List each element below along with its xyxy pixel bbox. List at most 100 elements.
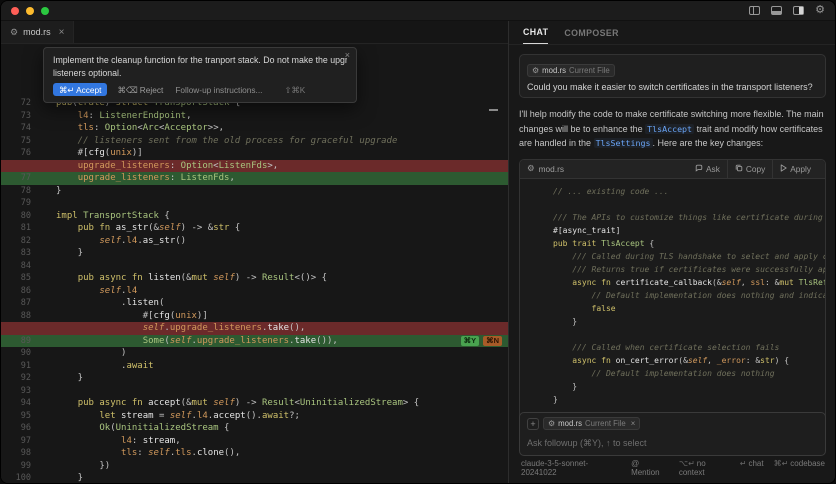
code-line[interactable]: 94 pub async fn accept(&mut self) -> Res… <box>1 397 508 410</box>
inline-code-ref[interactable]: TlsSettings <box>594 138 653 148</box>
toggle-left-panel-icon[interactable] <box>749 6 760 15</box>
traffic-light[interactable] <box>41 7 49 15</box>
chat-input-card: + ⚙ mod.rs Current File × <box>519 412 826 456</box>
code-text <box>31 260 56 273</box>
code-line[interactable]: 86 self.l4 <box>1 285 508 298</box>
tab-chat[interactable]: CHAT <box>523 21 548 44</box>
code-line: // Default implementation does nothing a… <box>528 289 817 302</box>
code-line[interactable]: 98 tls: self.tls.clone(), <box>1 447 508 460</box>
code-line[interactable]: 90 ) <box>1 347 508 360</box>
current-file-chip[interactable]: ⚙ mod.rs Current File × <box>543 417 640 430</box>
traffic-light[interactable] <box>26 7 34 15</box>
followup-instructions-button[interactable]: Follow-up instructions... <box>175 85 262 95</box>
current-file-chip[interactable]: ⚙ mod.rs Current File <box>527 64 615 77</box>
line-number: 84 <box>1 260 31 273</box>
code-line[interactable]: 91 .await <box>1 360 508 373</box>
add-context-button[interactable]: + <box>527 418 539 430</box>
line-number: 83 <box>1 247 31 260</box>
toggle-bottom-panel-icon[interactable] <box>771 6 782 15</box>
mention-button[interactable]: @ Mention <box>631 459 669 477</box>
code-line: /// Called when certificate selection fa… <box>528 341 817 354</box>
diff-added-line[interactable]: 89 Some(self.upgrade_listeners.take()),⌘… <box>1 335 508 348</box>
code-line[interactable]: 81 pub fn as_str(&self) -> &str { <box>1 222 508 235</box>
code-line[interactable]: 100 } <box>1 472 508 484</box>
assistant-code-block: ⚙ mod.rs AskCopyApply // ... existing co… <box>519 159 826 418</box>
code-line[interactable]: 97 l4: stream, <box>1 435 508 448</box>
accept-button[interactable]: ⌘↵ Accept <box>53 83 107 96</box>
code-line[interactable]: 73 l4: ListenerEndpoint, <box>1 110 508 123</box>
code-text: Some(self.upgrade_listeners.take()), <box>31 335 338 348</box>
code-text <box>31 385 56 398</box>
reject-button[interactable]: ⌘⌫ Reject <box>117 85 163 95</box>
code-line[interactable]: 88 #[cfg(unix)] <box>1 310 508 323</box>
inline-code-ref[interactable]: TlsAccept <box>645 124 694 134</box>
code-text: .await <box>31 360 154 373</box>
action-label: Apply <box>790 164 811 174</box>
chat-footer: claude-3-5-sonnet-20241022 @ Mention ⌥↵n… <box>521 459 825 477</box>
line-number: 77 <box>1 172 31 185</box>
diff-added-line[interactable]: 77 upgrade_listeners: ListenFds, <box>1 172 508 185</box>
line-number: 76 <box>1 147 31 160</box>
settings-gear-icon[interactable]: ⚙ <box>815 6 825 15</box>
code-text <box>528 198 553 211</box>
code-line[interactable]: 80impl TransportStack { <box>1 210 508 223</box>
line-number: 85 <box>1 272 31 285</box>
line-number: 87 <box>1 297 31 310</box>
chip-close-icon[interactable]: × <box>631 419 636 428</box>
code-line[interactable]: 75 // listeners sent from the old proces… <box>1 135 508 148</box>
code-text: self.upgrade_listeners.take(), <box>31 322 305 335</box>
code-line[interactable]: 96 Ok(UninitializedStream { <box>1 422 508 435</box>
assistant-text: . Here are the key changes: <box>653 138 764 148</box>
line-number: 99 <box>1 460 31 473</box>
code-text: } <box>528 315 577 328</box>
code-line[interactable]: 74 tls: Option<Arc<Acceptor>>, <box>1 122 508 135</box>
chat-messages: ⚙ mod.rs Current File Could you make it … <box>509 46 835 417</box>
followup-input[interactable] <box>527 438 818 448</box>
code-line[interactable]: 82 self.l4.as_str() <box>1 235 508 248</box>
code-text: tls: self.tls.clone(), <box>31 447 240 460</box>
traffic-light[interactable] <box>11 7 19 15</box>
code-line[interactable]: 93 <box>1 385 508 398</box>
code-line[interactable]: 84 <box>1 260 508 273</box>
model-selector[interactable]: claude-3-5-sonnet-20241022 <box>521 459 621 477</box>
user-message-text: Could you make it easier to switch certi… <box>527 82 818 92</box>
tab-mod-rs[interactable]: ⚙ mod.rs × <box>1 21 74 43</box>
shortcut-hints: ⌥↵no context↵chat⌘↵codebase <box>679 459 825 477</box>
accept-hunk-badge[interactable]: ⌘Y <box>461 336 480 346</box>
line-number <box>1 322 31 335</box>
widget-close-icon[interactable]: × <box>345 50 350 60</box>
ask-button[interactable]: Ask <box>688 160 727 178</box>
code-line[interactable]: 78} <box>1 185 508 198</box>
code-line[interactable]: 99 }) <box>1 460 508 473</box>
code-editor[interactable]: 72pub(crate) struct TransportStack {73 l… <box>1 45 508 484</box>
tab-composer[interactable]: COMPOSER <box>564 21 619 44</box>
editor-pane: ⚙ mod.rs × 72pub(crate) struct Transport… <box>1 21 508 484</box>
widget-buttons: ⌘↵ Accept ⌘⌫ Reject Follow-up instructio… <box>53 83 347 96</box>
code-text: l4: stream, <box>31 435 181 448</box>
code-text: pub async fn listen(&mut self) -> Result… <box>31 272 327 285</box>
line-number: 75 <box>1 135 31 148</box>
tab-close-icon[interactable]: × <box>59 27 65 38</box>
code-text: // listeners sent from the old process f… <box>31 135 397 148</box>
code-line[interactable]: 87 .listen( <box>1 297 508 310</box>
editor-tabbar: ⚙ mod.rs × <box>1 21 508 44</box>
code-line[interactable]: 83 } <box>1 247 508 260</box>
copy-button[interactable]: Copy <box>727 160 772 178</box>
assistant-text: I'll help modify the code to make certif… <box>519 109 824 119</box>
diff-removed-line[interactable]: upgrade_listeners: Option<ListenFds>, <box>1 160 508 173</box>
code-line[interactable]: 85 pub async fn listen(&mut self) -> Res… <box>1 272 508 285</box>
code-line[interactable]: 92 } <box>1 372 508 385</box>
line-number: 79 <box>1 197 31 210</box>
code-line[interactable]: 95 let stream = self.l4.accept().await?; <box>1 410 508 423</box>
code-text: l4: ListenerEndpoint, <box>31 110 192 123</box>
code-text: } <box>528 380 577 393</box>
code-text: /// Called when certificate selection fa… <box>528 341 779 354</box>
code-line[interactable]: 79 <box>1 197 508 210</box>
chip-file-label: mod.rs <box>542 66 566 75</box>
diff-removed-line[interactable]: self.upgrade_listeners.take(), <box>1 322 508 335</box>
toggle-right-panel-icon[interactable] <box>793 6 804 15</box>
apply-button[interactable]: Apply <box>772 160 818 178</box>
code-line[interactable]: 76 #[cfg(unix)] <box>1 147 508 160</box>
reject-hunk-badge[interactable]: ⌘N <box>483 336 502 346</box>
fold-marker-icon[interactable] <box>489 109 498 111</box>
